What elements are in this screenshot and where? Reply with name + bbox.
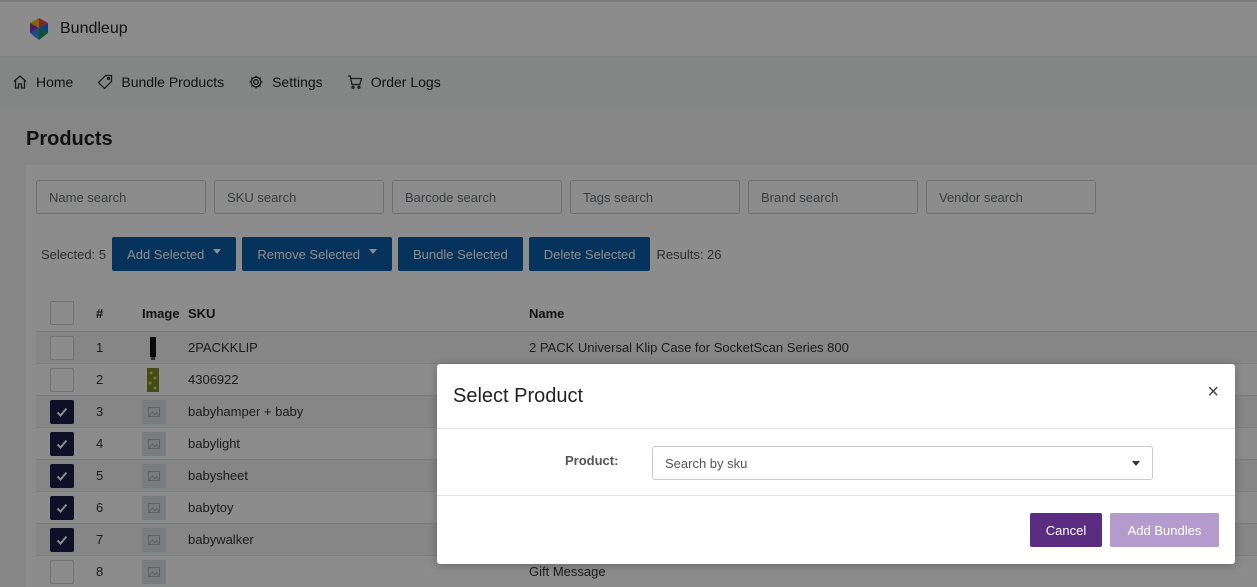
chevron-down-icon	[1132, 461, 1140, 466]
app-root: Bundleup Home Bundle Products Settings O…	[0, 0, 1257, 587]
modal-footer: Cancel Add Bundles	[437, 496, 1235, 563]
modal-title: Select Product	[453, 384, 584, 407]
modal-body: Product: Search by sku	[437, 429, 1235, 496]
product-label: Product:	[565, 453, 619, 468]
product-select-placeholder: Search by sku	[665, 455, 748, 471]
product-select[interactable]: Search by sku	[652, 446, 1153, 480]
add-bundles-button[interactable]: Add Bundles	[1110, 513, 1219, 547]
modal-header: Select Product ×	[437, 364, 1235, 429]
close-icon[interactable]: ×	[1207, 382, 1219, 402]
select-product-modal: Select Product × Product: Search by sku …	[437, 364, 1235, 564]
cancel-button[interactable]: Cancel	[1030, 513, 1102, 547]
